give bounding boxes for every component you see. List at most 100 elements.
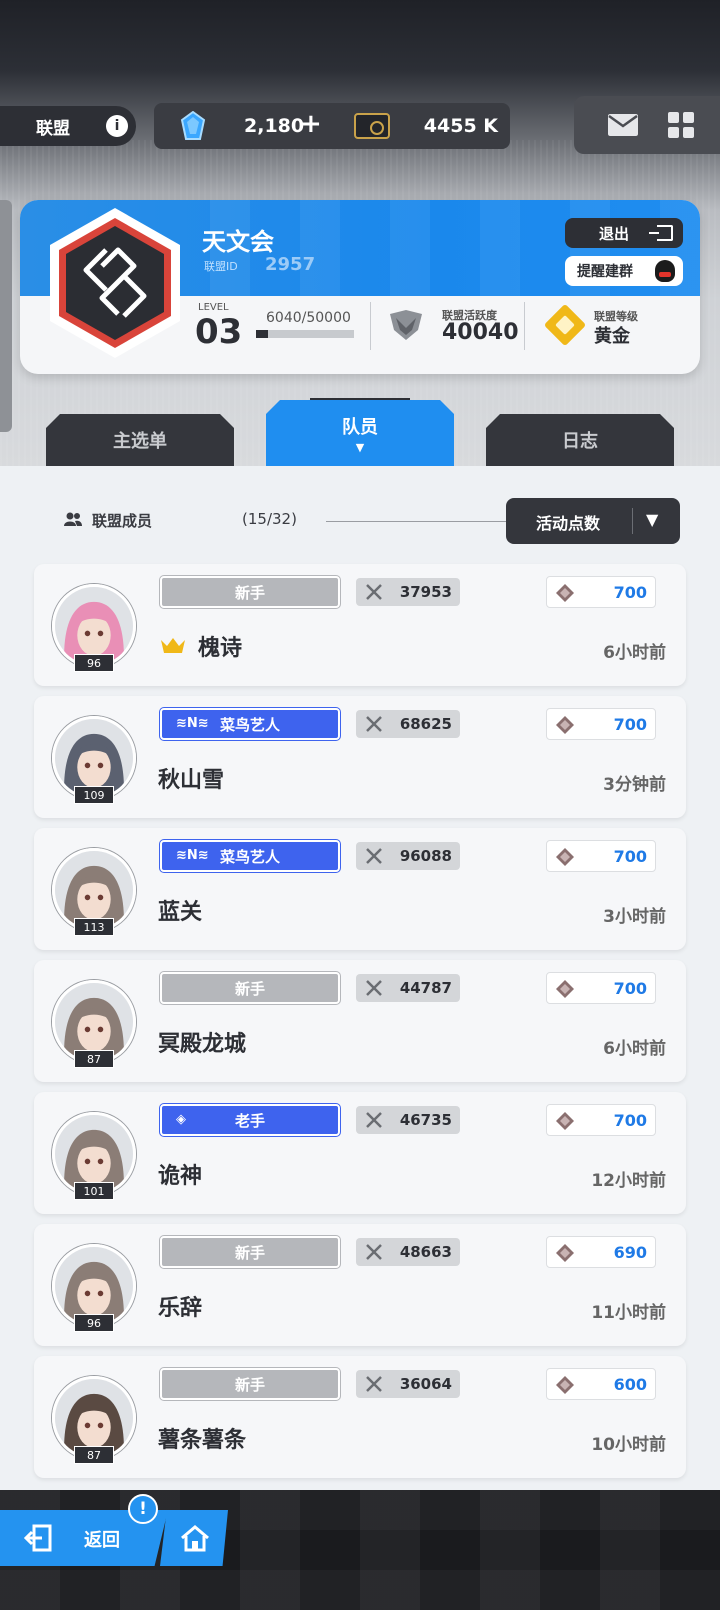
rank-label: 新手 (234, 979, 265, 998)
alliance-title: 联盟 (36, 118, 70, 139)
home-icon (181, 1525, 209, 1552)
level-value: 03 (195, 312, 243, 352)
qq-icon (655, 260, 675, 282)
diamond-icon (556, 848, 574, 866)
power-box: 37953 (356, 578, 460, 606)
tab-members[interactable]: 队员 ▼ (266, 400, 454, 466)
member-row[interactable]: 87 新手 36064 600 薯条薯条 10小时前 (34, 1356, 686, 1478)
rank-tag: ◈ 老手 (160, 1104, 340, 1136)
remind-label: 提醒建群 (577, 264, 633, 280)
member-level-badge: 109 (74, 786, 114, 804)
activity-points: 700 (613, 715, 647, 734)
gold-count: 4455 K (423, 115, 498, 137)
power-value: 68625 (399, 715, 452, 733)
chevron-down-icon: ▼ (646, 510, 659, 529)
rank-label: 菜鸟艺人 (219, 715, 280, 734)
rank-label: 新手 (234, 1243, 265, 1262)
tab-log[interactable]: 日志 (486, 414, 674, 466)
alliance-title-pill: 联盟 i (0, 106, 136, 146)
exp-progress-bar (256, 330, 354, 338)
info-icon[interactable]: i (106, 115, 128, 137)
power-value: 37953 (399, 583, 452, 601)
gem-count: 2,180 (244, 115, 305, 137)
activity-value: 40040 (442, 320, 519, 345)
back-icon (24, 1524, 52, 1552)
member-row[interactable]: 96 新手 48663 690 乐辞 11小时前 (34, 1224, 686, 1346)
mail-icon[interactable] (608, 114, 638, 136)
crossed-swords-icon (366, 584, 382, 600)
member-row[interactable]: 87 新手 44787 700 冥殿龙城 6小时前 (34, 960, 686, 1082)
crossed-swords-icon (366, 980, 382, 996)
rank-tag: 新手 (160, 1368, 340, 1400)
diamond-icon (556, 1376, 574, 1394)
last-online: 3小时前 (603, 907, 666, 927)
member-level-badge: 113 (74, 918, 114, 936)
member-name: 乐辞 (158, 1296, 203, 1321)
divider (524, 302, 525, 350)
power-value: 48663 (399, 1243, 452, 1261)
member-name: 蓝关 (158, 900, 203, 925)
member-row[interactable]: 109 ≋N≋ 菜鸟艺人 68625 700 秋山雪 3分钟前 (34, 696, 686, 818)
exp-text: 6040/50000 (266, 310, 351, 326)
tab-members-label: 队员 (342, 416, 378, 438)
side-strip (0, 200, 12, 432)
members-label: 联盟成员 (92, 512, 153, 530)
home-button[interactable] (160, 1510, 228, 1566)
diamond-icon (556, 1112, 574, 1130)
activity-points-box: 700 (546, 708, 656, 740)
diamond-icon (556, 980, 574, 998)
crossed-swords-icon (366, 1376, 382, 1392)
gold-card-icon (354, 113, 390, 139)
activity-points: 700 (613, 583, 647, 602)
rank-label: 老手 (234, 1111, 265, 1130)
activity-points-box: 700 (546, 576, 656, 608)
rank-tag: 新手 (160, 1236, 340, 1268)
currency-bar: 2,180 + 4455 K (154, 103, 510, 149)
power-box: 46735 (356, 1106, 460, 1134)
divider (370, 302, 371, 350)
alliance-name: 天文会 (202, 228, 274, 256)
member-name: 诡神 (158, 1164, 203, 1189)
activity-shield-icon (390, 310, 422, 340)
crossed-swords-icon (366, 1244, 382, 1260)
member-row[interactable]: 113 ≋N≋ 菜鸟艺人 96088 700 蓝关 3小时前 (34, 828, 686, 950)
last-online: 11小时前 (591, 1303, 666, 1323)
members-icon (64, 512, 82, 526)
notification-badge[interactable]: ! (128, 1494, 158, 1524)
sort-separator (632, 508, 633, 534)
last-online: 3分钟前 (603, 775, 666, 795)
rank-icon: ◈ (176, 1112, 186, 1127)
member-level-badge: 87 (74, 1050, 114, 1068)
power-box: 68625 (356, 710, 460, 738)
rank-tag: 新手 (160, 576, 340, 608)
activity-points: 700 (613, 1111, 647, 1130)
exit-alliance-button[interactable]: 退出 (565, 218, 683, 248)
last-online: 6小时前 (603, 1039, 666, 1059)
power-value: 44787 (399, 979, 452, 997)
gem-icon (180, 111, 206, 140)
alliance-emblem (50, 208, 180, 358)
top-right-buttons (574, 96, 720, 154)
member-name: 槐诗 (198, 636, 243, 661)
add-gems-button[interactable]: + (300, 109, 322, 139)
tab-main-menu[interactable]: 主选单 (46, 414, 234, 466)
menu-grid-icon[interactable] (668, 112, 694, 138)
activity-points-box: 700 (546, 840, 656, 872)
activity-points: 700 (613, 979, 647, 998)
remind-group-button[interactable]: 提醒建群 (565, 256, 683, 286)
rank-label: 菜鸟艺人 (219, 847, 280, 866)
crossed-swords-icon (366, 716, 382, 732)
sort-label: 活动点数 (536, 514, 601, 533)
power-box: 36064 (356, 1370, 460, 1398)
crown-icon (161, 638, 185, 653)
sort-dropdown[interactable]: 活动点数 ▼ (506, 498, 680, 544)
diamond-icon (556, 584, 574, 602)
rank-label: 新手 (234, 583, 265, 602)
rank-tag: ≋N≋ 菜鸟艺人 (160, 840, 340, 872)
member-row[interactable]: 101 ◈ 老手 46735 700 诡神 12小时前 (34, 1092, 686, 1214)
last-online: 6小时前 (603, 643, 666, 663)
exit-icon (649, 225, 673, 241)
power-box: 48663 (356, 1238, 460, 1266)
member-row[interactable]: 96 新手 37953 700 槐诗 6小时前 (34, 564, 686, 686)
exp-progress-fill (256, 330, 268, 338)
